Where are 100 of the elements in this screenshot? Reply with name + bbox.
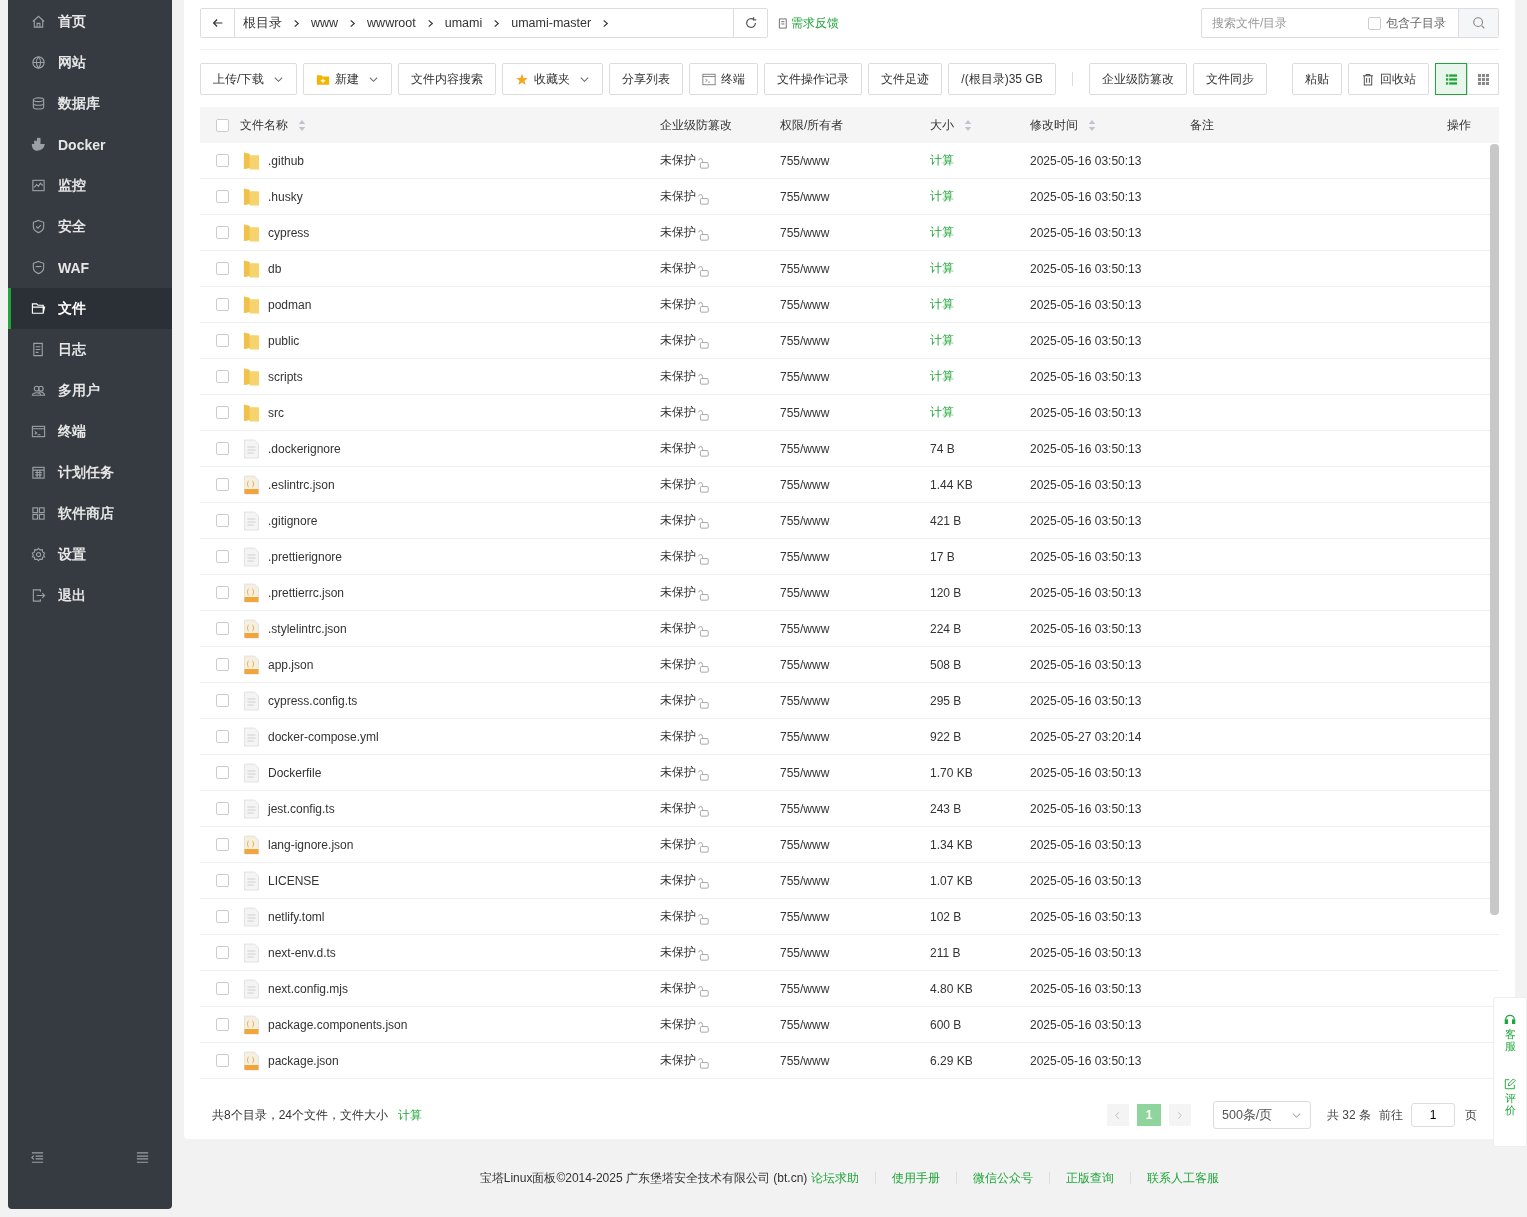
toolbar-button[interactable]: 回收站 bbox=[1348, 63, 1429, 95]
permission-cell[interactable]: 755/www bbox=[780, 441, 830, 456]
unlock-icon[interactable] bbox=[697, 660, 709, 673]
unlock-icon[interactable] bbox=[697, 876, 709, 889]
list-view-button[interactable] bbox=[1435, 63, 1467, 95]
sidebar-item[interactable]: 文件 bbox=[8, 288, 172, 329]
row-checkbox[interactable] bbox=[215, 910, 229, 923]
file-name[interactable]: podman bbox=[268, 297, 312, 312]
sidebar-item[interactable]: 软件商店 bbox=[8, 493, 172, 534]
scrollbar[interactable] bbox=[1490, 144, 1499, 915]
unlock-icon[interactable] bbox=[697, 516, 709, 529]
permission-cell[interactable]: 755/www bbox=[780, 549, 830, 564]
file-name[interactable]: package.components.json bbox=[268, 1017, 408, 1032]
file-name[interactable]: public bbox=[268, 333, 300, 348]
file-name[interactable]: next-env.d.ts bbox=[268, 945, 336, 960]
toolbar-button[interactable]: 文件同步 bbox=[1192, 63, 1267, 95]
unlock-icon[interactable] bbox=[697, 696, 709, 709]
file-name[interactable]: .gitignore bbox=[268, 513, 318, 528]
unlock-icon[interactable] bbox=[697, 480, 709, 493]
sidebar-item[interactable]: 数据库 bbox=[8, 83, 172, 124]
unlock-icon[interactable] bbox=[697, 300, 709, 313]
sidebar-item[interactable]: 监控 bbox=[8, 165, 172, 206]
permission-cell[interactable]: 755/www bbox=[780, 333, 830, 348]
unlock-icon[interactable] bbox=[697, 156, 709, 169]
row-checkbox[interactable] bbox=[215, 370, 229, 383]
row-checkbox[interactable] bbox=[215, 262, 229, 275]
breadcrumb-item[interactable]: www bbox=[311, 16, 339, 30]
column-header[interactable]: 大小 bbox=[930, 116, 972, 134]
row-checkbox[interactable] bbox=[215, 442, 229, 455]
row-checkbox[interactable] bbox=[215, 946, 229, 959]
sidebar-item[interactable]: 安全 bbox=[8, 206, 172, 247]
permission-cell[interactable]: 755/www bbox=[780, 657, 830, 672]
row-checkbox[interactable] bbox=[215, 226, 229, 239]
row-checkbox[interactable] bbox=[215, 766, 229, 779]
row-checkbox[interactable] bbox=[215, 1054, 229, 1067]
row-checkbox[interactable] bbox=[215, 838, 229, 851]
next-page-button[interactable] bbox=[1169, 1104, 1191, 1126]
breadcrumb-item[interactable]: umami bbox=[444, 16, 483, 30]
file-name[interactable]: cypress.config.ts bbox=[268, 693, 358, 708]
toolbar-button[interactable]: 文件内容搜索 bbox=[398, 63, 497, 95]
unlock-icon[interactable] bbox=[697, 1056, 709, 1069]
file-name[interactable]: .prettierignore bbox=[268, 549, 343, 564]
unlock-icon[interactable] bbox=[697, 264, 709, 277]
row-checkbox[interactable] bbox=[215, 154, 229, 167]
file-name[interactable]: netlify.toml bbox=[268, 909, 325, 924]
toolbar-button[interactable]: 文件足迹 bbox=[868, 63, 943, 95]
file-name[interactable]: .stylelintrc.json bbox=[268, 621, 347, 636]
unlock-icon[interactable] bbox=[697, 588, 709, 601]
file-name[interactable]: LICENSE bbox=[268, 873, 320, 888]
sidebar-item[interactable]: 网站 bbox=[8, 42, 172, 83]
unlock-icon[interactable] bbox=[697, 768, 709, 781]
permission-cell[interactable]: 755/www bbox=[780, 261, 830, 276]
breadcrumb-item[interactable]: wwwroot bbox=[367, 16, 416, 30]
column-header[interactable]: 文件名称 bbox=[240, 116, 306, 134]
permission-cell[interactable]: 755/www bbox=[780, 621, 830, 636]
collapse-icon[interactable] bbox=[30, 1149, 45, 1165]
unlock-icon[interactable] bbox=[697, 228, 709, 241]
file-name[interactable]: scripts bbox=[268, 369, 303, 384]
unlock-icon[interactable] bbox=[697, 552, 709, 565]
select-all-checkbox[interactable] bbox=[215, 118, 229, 132]
sidebar-item[interactable]: 退出 bbox=[8, 575, 172, 616]
sidebar-item[interactable]: 计划任务 bbox=[8, 452, 172, 493]
back-button[interactable] bbox=[201, 9, 235, 37]
unlock-icon[interactable] bbox=[697, 948, 709, 961]
permission-cell[interactable]: 755/www bbox=[780, 801, 830, 816]
menu-icon[interactable] bbox=[135, 1149, 150, 1165]
column-header[interactable]: 修改时间 bbox=[1030, 116, 1096, 134]
file-name[interactable]: cypress bbox=[268, 225, 310, 240]
file-name[interactable]: .github bbox=[268, 153, 305, 168]
unlock-icon[interactable] bbox=[697, 444, 709, 457]
permission-cell[interactable]: 755/www bbox=[780, 405, 830, 420]
unlock-icon[interactable] bbox=[697, 804, 709, 817]
toolbar-button[interactable]: 粘贴 bbox=[1292, 63, 1342, 95]
permission-cell[interactable]: 755/www bbox=[780, 909, 830, 924]
refresh-button[interactable] bbox=[733, 9, 767, 37]
row-checkbox[interactable] bbox=[215, 334, 229, 347]
row-checkbox[interactable] bbox=[215, 982, 229, 995]
unlock-icon[interactable] bbox=[697, 624, 709, 637]
row-checkbox[interactable] bbox=[215, 802, 229, 815]
file-name[interactable]: db bbox=[268, 261, 282, 276]
file-name[interactable]: next.config.mjs bbox=[268, 981, 349, 996]
row-checkbox[interactable] bbox=[215, 622, 229, 635]
file-name[interactable]: jest.config.ts bbox=[268, 801, 335, 816]
file-name[interactable]: Dockerfile bbox=[268, 765, 322, 780]
row-checkbox[interactable] bbox=[215, 550, 229, 563]
row-checkbox[interactable] bbox=[215, 658, 229, 671]
sidebar-item[interactable]: 多用户 bbox=[8, 370, 172, 411]
unlock-icon[interactable] bbox=[697, 840, 709, 853]
unlock-icon[interactable] bbox=[697, 192, 709, 205]
page-input[interactable]: 1 bbox=[1411, 1103, 1455, 1127]
include-subdirs-checkbox[interactable]: 包含子目录 bbox=[1368, 14, 1458, 32]
unlock-icon[interactable] bbox=[697, 1020, 709, 1033]
breadcrumb-item[interactable]: 根目录 bbox=[243, 14, 282, 32]
sidebar-item[interactable]: 日志 bbox=[8, 329, 172, 370]
toolbar-button[interactable]: 收藏夹 bbox=[502, 63, 604, 95]
file-name[interactable]: .dockerignore bbox=[268, 441, 341, 456]
file-name[interactable]: .eslintrc.json bbox=[268, 477, 335, 492]
row-checkbox[interactable] bbox=[215, 694, 229, 707]
unlock-icon[interactable] bbox=[697, 336, 709, 349]
sidebar-item[interactable]: 首页 bbox=[8, 1, 172, 42]
